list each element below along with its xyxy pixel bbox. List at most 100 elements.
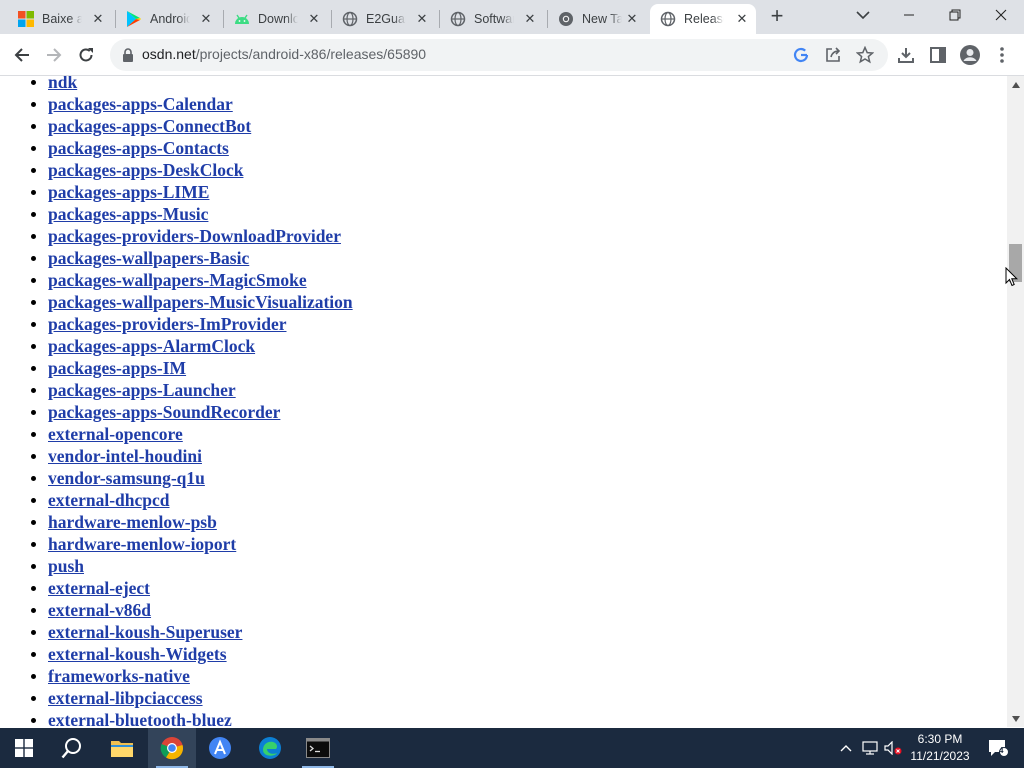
tab-0[interactable]: Baixe a ✕ [8,4,112,34]
new-tab-button[interactable]: + [766,5,788,27]
tab-search-chevron-icon[interactable] [853,7,873,23]
clock-time: 6:30 PM [917,732,963,746]
project-link[interactable]: external-opencore [48,424,183,444]
chrome-taskbar-icon[interactable] [148,728,196,768]
show-hidden-icons-chevron-icon[interactable] [836,728,856,768]
side-panel-icon[interactable] [926,43,950,67]
system-clock[interactable]: 6:30 PM 11/21/2023 [905,731,975,765]
globe-icon [342,11,358,27]
list-item: external-opencore [31,423,353,445]
file-explorer-icon[interactable] [98,728,146,768]
restore-button[interactable] [932,0,978,30]
tab-2[interactable]: Downlo ✕ [224,4,328,34]
scroll-up-arrow-icon[interactable] [1007,76,1024,93]
project-link[interactable]: packages-apps-DeskClock [48,160,243,180]
project-link[interactable]: external-koush-Superuser [48,622,242,642]
search-icon[interactable] [48,728,96,768]
forward-button[interactable] [42,43,66,67]
list-item: external-dhcpcd [31,489,353,511]
list-item: packages-wallpapers-MusicVisualization [31,291,353,313]
close-icon[interactable]: ✕ [522,11,538,27]
lock-icon[interactable] [120,47,136,63]
clock-date: 11/21/2023 [910,749,970,763]
terminal-icon[interactable] [294,728,342,768]
close-icon[interactable]: ✕ [198,11,214,27]
project-link[interactable]: hardware-menlow-psb [48,512,217,532]
project-link[interactable]: hardware-menlow-ioport [48,534,236,554]
project-link[interactable]: packages-apps-Calendar [48,94,233,114]
project-link[interactable]: external-koush-Widgets [48,644,227,664]
project-link[interactable]: packages-apps-Music [48,204,208,224]
menu-kebab-icon[interactable] [990,43,1014,67]
project-link[interactable]: packages-apps-Contacts [48,138,229,158]
android-studio-icon[interactable] [196,728,244,768]
project-link[interactable]: packages-wallpapers-MusicVisualization [48,292,353,312]
tab-title: Android [150,12,190,26]
list-item: packages-apps-LIME [31,181,353,203]
tab-title: E2Guard [366,12,406,26]
close-icon[interactable]: ✕ [414,11,430,27]
start-button[interactable] [0,728,48,768]
globe-icon [660,11,676,27]
project-link[interactable]: packages-apps-LIME [48,182,209,202]
list-item: packages-apps-Launcher [31,379,353,401]
project-link[interactable]: packages-providers-DownloadProvider [48,226,341,246]
project-link[interactable]: vendor-samsung-q1u [48,468,205,488]
project-link[interactable]: external-eject [48,578,150,598]
project-link[interactable]: packages-providers-ImProvider [48,314,287,334]
tab-5[interactable]: New Tab ✕ [548,4,646,34]
volume-muted-icon[interactable] [882,728,904,768]
project-link[interactable]: ndk [48,76,77,92]
project-link[interactable]: external-bluetooth-bluez [48,710,232,727]
tab-3[interactable]: E2Guard ✕ [332,4,436,34]
project-link[interactable]: packages-apps-SoundRecorder [48,402,280,422]
project-link[interactable]: frameworks-native [48,666,190,686]
network-icon[interactable] [860,728,880,768]
project-link[interactable]: packages-apps-AlarmClock [48,336,255,356]
tab-title: Release [684,12,724,26]
list-item: packages-apps-IM [31,357,353,379]
address-bar[interactable]: osdn.net/projects/android-x86/releases/6… [110,39,888,71]
minimize-button[interactable] [886,0,932,30]
back-button[interactable] [10,43,34,67]
list-item: packages-apps-DeskClock [31,159,353,181]
google-translate-icon[interactable] [792,46,810,64]
url-text[interactable]: osdn.net/projects/android-x86/releases/6… [142,46,426,62]
list-item: packages-wallpapers-MagicSmoke [31,269,353,291]
close-icon[interactable]: ✕ [306,11,322,27]
project-link[interactable]: packages-apps-ConnectBot [48,116,251,136]
project-link[interactable]: push [48,556,84,576]
tab-4[interactable]: Softwar ✕ [440,4,544,34]
globe-icon [450,11,466,27]
notification-center-button[interactable]: 4 [980,728,1016,768]
edge-icon[interactable] [246,728,294,768]
project-link[interactable]: packages-apps-Launcher [48,380,236,400]
project-link[interactable]: packages-wallpapers-MagicSmoke [48,270,307,290]
list-item: external-bluetooth-bluez [31,709,353,727]
project-link[interactable]: external-v86d [48,600,151,620]
vertical-scrollbar[interactable] [1007,76,1024,727]
project-link[interactable]: external-dhcpcd [48,490,170,510]
bookmark-star-icon[interactable] [856,46,874,64]
list-item: ndk [31,76,353,93]
project-link[interactable]: packages-apps-IM [48,358,186,378]
project-link[interactable]: packages-wallpapers-Basic [48,248,249,268]
download-icon[interactable] [894,43,918,67]
list-item: packages-providers-ImProvider [31,313,353,335]
tab-1[interactable]: Android ✕ [116,4,220,34]
share-icon[interactable] [824,46,842,64]
close-window-button[interactable] [978,0,1024,30]
reload-button[interactable] [74,43,98,67]
profile-avatar-icon[interactable] [958,43,982,67]
close-icon[interactable]: ✕ [734,11,750,27]
tab-6-active[interactable]: Release ✕ [650,4,756,34]
project-link[interactable]: external-libpciaccess [48,688,203,708]
list-item: external-libpciaccess [31,687,353,709]
url-path: /projects/android-x86/releases/65890 [195,46,427,62]
project-link[interactable]: vendor-intel-houdini [48,446,202,466]
list-item: hardware-menlow-ioport [31,533,353,555]
close-icon[interactable]: ✕ [90,11,106,27]
scroll-down-arrow-icon[interactable] [1007,710,1024,727]
list-item: packages-apps-Music [31,203,353,225]
close-icon[interactable]: ✕ [624,11,640,27]
